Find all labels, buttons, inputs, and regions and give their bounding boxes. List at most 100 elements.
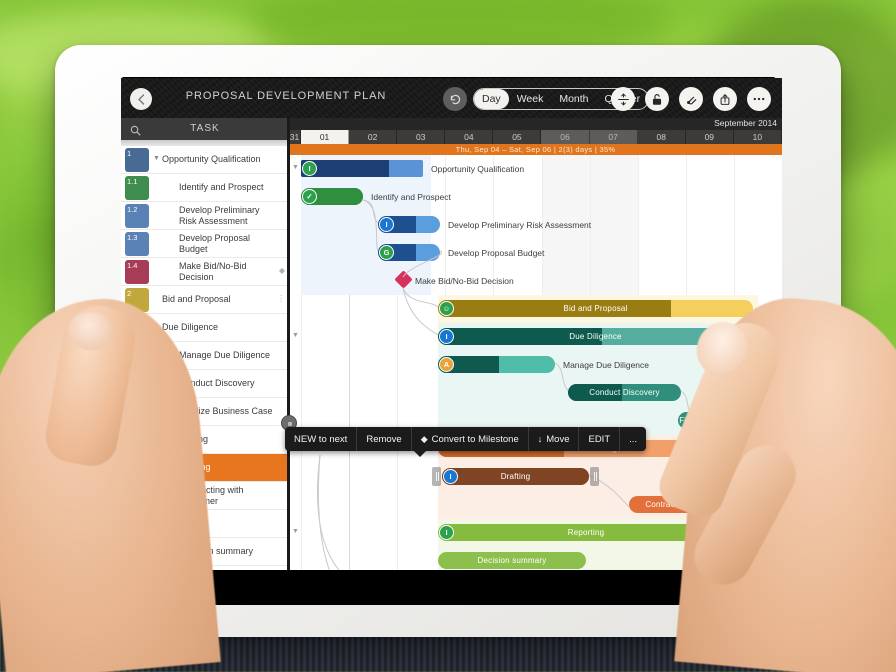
- context-menu-item-label: Remove: [366, 433, 402, 445]
- context-menu-item-label: EDIT: [588, 433, 611, 445]
- timeline-month-label: September 2014: [714, 118, 777, 128]
- timeline-day-04[interactable]: 04: [445, 130, 494, 144]
- gantt-bar-label: Bid and Proposal: [563, 304, 628, 313]
- task-row[interactable]: 2 Bid and Proposal ⋮: [121, 286, 289, 314]
- gantt-bar-label: Drafting: [500, 472, 531, 481]
- bar-resize-handle-left[interactable]: [432, 467, 441, 486]
- task-row-note-icon: ⋮: [277, 294, 285, 303]
- task-name-label: Bid and Proposal: [162, 294, 231, 305]
- context-menu-item[interactable]: NEW to next: [285, 427, 358, 451]
- task-row-note-icon: ◆: [278, 266, 285, 275]
- task-row[interactable]: 1.3 Develop Proposal Budget: [121, 230, 289, 258]
- panel-divider: [287, 118, 290, 570]
- chevron-down-icon[interactable]: ▼: [292, 528, 299, 535]
- gantt-bar[interactable]: Decision summary: [438, 552, 586, 569]
- timeline-day-10[interactable]: 10: [734, 130, 782, 144]
- task-id-chip: 1: [125, 148, 149, 172]
- task-owner-avatar[interactable]: I: [439, 329, 454, 344]
- timescale-month[interactable]: Month: [551, 89, 596, 109]
- timeline-day-07[interactable]: 07: [589, 130, 638, 144]
- context-menu-item-label: ...: [629, 433, 638, 445]
- task-row[interactable]: 1.1 Identify and Prospect: [121, 174, 289, 202]
- timeline-day-09[interactable]: 09: [686, 130, 734, 144]
- gantt-bar-label: Opportunity Qualification: [431, 164, 525, 174]
- timescale-week[interactable]: Week: [509, 89, 552, 109]
- gantt-bar-label: Identify and Prospect: [371, 192, 451, 202]
- page-title: PROPOSAL DEVELOPMENT PLAN: [185, 90, 387, 102]
- timescale-day[interactable]: Day: [474, 89, 509, 109]
- task-row[interactable]: 1 ▼ Opportunity Qualification: [121, 146, 289, 174]
- arrow-down-icon: ↓: [537, 434, 543, 444]
- timeline-day-08[interactable]: 08: [638, 130, 686, 144]
- task-owner-avatar[interactable]: ☺: [439, 301, 454, 316]
- task-row[interactable]: 1.4 Make Bid/No-Bid Decision ◆: [121, 258, 289, 286]
- gantt-bar-label: Make Bid/No-Bid Decision: [415, 276, 514, 286]
- context-menu-item-label: NEW to next: [294, 433, 348, 445]
- context-menu-item[interactable]: Remove: [357, 427, 412, 451]
- app-title-bar: PROPOSAL DEVELOPMENT PLAN Day Week Month…: [121, 78, 782, 118]
- task-name-label: Identify and Prospect: [179, 182, 264, 193]
- task-owner-avatar[interactable]: I: [302, 161, 317, 176]
- timeline-day-02[interactable]: 02: [349, 130, 398, 144]
- task-name-label: Make Bid/No-Bid Decision: [179, 260, 247, 282]
- timeline-month-band: September 2014: [289, 118, 782, 130]
- gantt-bar[interactable]: Conduct Discovery: [568, 384, 681, 401]
- undo-button[interactable]: [443, 87, 467, 111]
- split-task-button[interactable]: [611, 87, 635, 111]
- task-id-chip: 1.2: [125, 204, 149, 228]
- context-menu-item[interactable]: EDIT: [579, 427, 621, 451]
- task-name-label: Manage Due Diligence: [179, 350, 271, 361]
- task-name-label: Develop Proposal Budget: [179, 232, 251, 254]
- paperclip-icon: [686, 96, 696, 104]
- task-name-label: Opportunity Qualification: [162, 154, 261, 165]
- context-menu-item-label: Convert to Milestone: [431, 433, 519, 445]
- task-id-chip: 1.1: [125, 176, 149, 200]
- timeline-day-31[interactable]: 31: [289, 130, 301, 144]
- share-icon: [720, 93, 730, 105]
- timeline-day-06[interactable]: 06: [541, 130, 590, 144]
- context-menu-arrow: [413, 450, 427, 457]
- task-name-label: Due Diligence: [162, 322, 219, 333]
- context-menu[interactable]: NEW to next Remove ◆ Convert to Milestone ↓ M…: [285, 427, 647, 451]
- gantt-bar[interactable]: Bid and Proposal: [438, 300, 753, 317]
- share-button[interactable]: [713, 87, 737, 111]
- gantt-bar-label: Manage Due Diligence: [563, 360, 649, 370]
- timeline-day-05[interactable]: 05: [493, 130, 542, 144]
- context-menu-item-label: Move: [546, 433, 570, 445]
- timeline-day-01[interactable]: 01: [301, 130, 350, 144]
- selection-summary-bar: Thu, Sep 04 – Sat, Sep 06 | 2(3) days | …: [289, 144, 782, 155]
- task-list-header: TASK: [121, 118, 289, 140]
- chevron-down-icon[interactable]: ▼: [153, 155, 160, 162]
- more-button[interactable]: [747, 87, 771, 111]
- gantt-bar-label: Decision summary: [477, 556, 547, 565]
- undo-icon: [450, 94, 460, 104]
- timeline-day-ruler[interactable]: 31 01 02 03 04 05 06 07 08 09 10: [289, 130, 782, 144]
- gantt-bar[interactable]: Drafting: [442, 468, 589, 485]
- task-name-label: Develop Preliminary Risk Assessment: [179, 204, 260, 226]
- link-button[interactable]: [679, 87, 703, 111]
- task-owner-avatar[interactable]: I: [439, 525, 454, 540]
- context-menu-item[interactable]: ...: [620, 427, 646, 451]
- bar-resize-handle-right[interactable]: [590, 467, 599, 486]
- task-owner-avatar[interactable]: G: [379, 245, 394, 260]
- chevron-down-icon[interactable]: ▼: [292, 164, 299, 171]
- gantt-bar-label: Develop Proposal Budget: [448, 248, 545, 258]
- timeline-day-03[interactable]: 03: [397, 130, 446, 144]
- unlock-icon: [652, 93, 662, 105]
- context-menu-item[interactable]: ↓ Move: [529, 427, 580, 451]
- task-owner-avatar[interactable]: I: [379, 217, 394, 232]
- task-owner-avatar[interactable]: ✓: [302, 189, 317, 204]
- ellipsis-icon: [753, 97, 765, 101]
- task-row[interactable]: 1.2 Develop Preliminary Risk Assessment: [121, 202, 289, 230]
- chevron-down-icon[interactable]: ▼: [292, 332, 299, 339]
- gantt-bar[interactable]: [301, 160, 423, 177]
- gantt-bar-label: Conduct Discovery: [589, 388, 660, 397]
- task-owner-avatar[interactable]: I: [443, 469, 458, 484]
- lock-button[interactable]: [645, 87, 669, 111]
- context-menu-item[interactable]: ◆ Convert to Milestone: [412, 427, 529, 451]
- task-owner-avatar[interactable]: A: [439, 357, 454, 372]
- gantt-bar-label: Develop Preliminary Risk Assessment: [448, 220, 592, 230]
- task-column-label: TASK: [190, 123, 220, 134]
- diamond-icon: ◆: [420, 433, 428, 444]
- gantt-bar[interactable]: [438, 356, 555, 373]
